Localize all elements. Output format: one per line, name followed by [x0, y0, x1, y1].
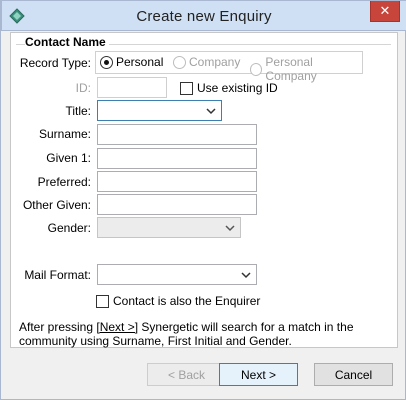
preferred-label: Preferred: — [37, 175, 91, 189]
radio-selected-icon — [100, 55, 113, 69]
record-type-label: Record Type: — [19, 56, 91, 70]
create-enquiry-dialog: Create new Enquiry ✕ Contact Name Record… — [0, 0, 406, 400]
mail-format-label: Mail Format: — [24, 268, 91, 282]
use-existing-id-checkbox[interactable]: Use existing ID — [180, 81, 278, 95]
info-next-reference: [Next >] — [96, 320, 139, 334]
preferred-input[interactable] — [97, 171, 257, 192]
radio-company-label: Company — [189, 55, 241, 69]
contact-is-enquirer-label: Contact is also the Enquirer — [113, 294, 261, 308]
search-info-text: After pressing [Next >] Synergetic will … — [19, 320, 389, 348]
radio-company[interactable]: Company — [173, 55, 240, 69]
surname-input[interactable] — [97, 124, 257, 145]
surname-label: Surname: — [38, 127, 91, 141]
close-button[interactable]: ✕ — [370, 1, 400, 22]
gender-label: Gender: — [47, 221, 91, 235]
chevron-down-icon — [225, 225, 235, 232]
radio-personal[interactable]: Personal — [100, 55, 163, 69]
cancel-button[interactable]: Cancel — [314, 363, 393, 386]
contact-is-enquirer-checkbox[interactable]: Contact is also the Enquirer — [96, 294, 260, 308]
title-label: Title: — [65, 104, 91, 118]
id-label: ID: — [75, 81, 91, 95]
radio-personal-label: Personal — [116, 55, 164, 69]
info-text-before: After pressing — [19, 320, 97, 334]
record-type-radio-group: Personal Company Personal Company — [95, 51, 363, 83]
radio-personal-company[interactable]: Personal Company — [250, 55, 362, 83]
chevron-down-icon — [206, 108, 216, 115]
chevron-down-icon — [241, 272, 251, 279]
given1-input[interactable] — [97, 148, 257, 169]
other-given-input[interactable] — [97, 194, 257, 215]
checkbox-box-icon — [96, 294, 109, 308]
other-given-label: Other Given: — [22, 198, 91, 212]
use-existing-id-label: Use existing ID — [197, 81, 278, 95]
checkbox-box-icon — [180, 81, 193, 95]
next-button[interactable]: Next > — [219, 363, 298, 386]
radio-unselected-icon — [173, 55, 186, 69]
close-icon: ✕ — [379, 3, 391, 18]
id-input[interactable] — [97, 77, 167, 98]
mail-format-select[interactable] — [97, 264, 257, 285]
title-select[interactable] — [97, 100, 222, 121]
gender-select[interactable] — [97, 217, 241, 238]
radio-unselected-icon — [250, 62, 263, 76]
window-title: Create new Enquiry — [136, 8, 272, 25]
title-bar: Create new Enquiry ✕ — [1, 0, 406, 31]
given1-label: Given 1: — [46, 151, 91, 165]
radio-personal-company-label: Personal Company — [265, 55, 317, 83]
group-title: Contact Name — [25, 35, 109, 49]
back-button[interactable]: < Back — [147, 363, 226, 386]
